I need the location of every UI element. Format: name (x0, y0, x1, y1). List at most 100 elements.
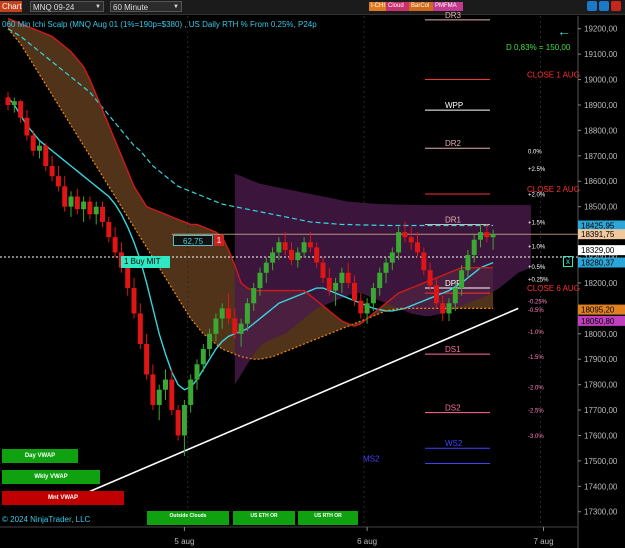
percent-level-label: -2.5% (528, 409, 544, 415)
price-tick-label: 19000,00 (584, 76, 618, 85)
candle-body (415, 242, 420, 253)
candle-body (68, 196, 74, 207)
copyright-text: © 2024 NinjaTrader, LLC (2, 515, 91, 524)
time-tick-label: 6 aug (357, 537, 377, 546)
pivot-label: DPP (445, 279, 461, 288)
outside-clouds-button[interactable]: Outside Clouds (147, 511, 229, 525)
candle-body (446, 303, 452, 314)
candle-body (87, 201, 93, 215)
pivot-label: DR1 (445, 215, 462, 224)
candle-body (49, 165, 55, 177)
price-tag-label: 18095,20 (581, 306, 615, 315)
candle-body (440, 303, 446, 314)
candle-body (74, 196, 80, 210)
mnt-vwap-button[interactable]: Mnt VWAP (2, 491, 124, 505)
candle-body (125, 267, 131, 289)
us-rth-or-button[interactable]: US RTH OR (298, 511, 358, 525)
price-tag-label: 18050,80 (581, 317, 615, 326)
percent-level-label: +1.5% (528, 220, 546, 226)
candle-body (452, 288, 458, 304)
price-tick-label: 17900,00 (584, 355, 618, 364)
price-tick-label: 18600,00 (584, 177, 618, 186)
time-axis: 5 aug 6 aug 7 aug (0, 526, 578, 546)
candle-body (383, 262, 389, 273)
candle-body (5, 97, 11, 105)
candle-body (490, 234, 496, 238)
candle-body (175, 410, 181, 436)
candle-body (181, 404, 187, 436)
pivot-label: CLOSE 1 AUG (527, 71, 580, 80)
candle-body (408, 237, 414, 243)
wkly-vwap-button[interactable]: Wkly VWAP (2, 470, 100, 484)
percent-level-label: +0.25% (528, 278, 549, 284)
candle-body (270, 252, 276, 263)
candle-body (55, 176, 61, 187)
candle-body (226, 308, 231, 319)
candle-body (478, 232, 483, 240)
candle-body (24, 117, 30, 136)
pivot-label: DS1 (445, 345, 461, 354)
candle-body (37, 145, 42, 151)
percent-level-label: +2.0% (528, 193, 546, 199)
cancel-order-button[interactable]: x (563, 256, 573, 267)
candle-body (333, 282, 339, 291)
candle-body (289, 249, 294, 261)
pivot-label: DS2 (445, 404, 461, 413)
us-eth-or-button[interactable]: US ETH OR (233, 511, 295, 525)
pivot-label: WS2 (445, 439, 463, 448)
day-vwap-button[interactable]: Day VWAP (2, 449, 78, 463)
price-tick-label: 17300,00 (584, 508, 618, 517)
candle-body (112, 237, 118, 253)
price-tick-label: 17800,00 (584, 381, 618, 390)
price-tick-label: 17600,00 (584, 431, 618, 440)
candle-body (156, 389, 162, 405)
candle-body (421, 252, 427, 271)
candle-body (276, 242, 282, 253)
candle-body (144, 343, 150, 375)
percent-level-label: -1.0% (528, 330, 544, 336)
price-tag-label: 18391,75 (581, 230, 615, 239)
candle-body (364, 303, 370, 314)
candle-body (200, 349, 206, 365)
candle-body (194, 364, 200, 380)
price-tag-label: 18425,95 (581, 221, 615, 230)
time-tick-label: 5 aug (174, 537, 194, 546)
price-tick-label: 19100,00 (584, 50, 618, 59)
pivot-label: WPP (445, 101, 463, 110)
candle-body (465, 254, 471, 271)
pivot-label: MS2 (363, 454, 380, 463)
candle-body (100, 206, 105, 222)
price-axis: 19200,00 19100,00 19000,00 18900,00 18800,00… (577, 16, 625, 548)
price-chart[interactable]: DR3CLOSE 1 AUGWPPDR2CLOSE 2 AUGDR1DPPCLO… (0, 0, 625, 548)
candle-body (471, 239, 477, 255)
price-tick-label: 17400,00 (584, 482, 618, 491)
candle-body (137, 313, 143, 344)
candle-body (131, 288, 137, 314)
percent-level-label: +0.5% (528, 265, 546, 271)
percent-level-label: -2.0% (528, 386, 544, 392)
candle-body (326, 277, 332, 291)
percent-level-label: -0.5% (528, 308, 544, 314)
candle-body (238, 323, 244, 334)
price-tick-label: 18900,00 (584, 101, 618, 110)
candle-body (213, 318, 219, 334)
price-tick-label: 19200,00 (584, 25, 618, 34)
candle-body (396, 232, 402, 253)
candle-body (377, 272, 383, 289)
candle-body (43, 145, 49, 166)
candle-body (18, 101, 24, 118)
candle-body (106, 221, 112, 238)
price-tick-label: 18200,00 (584, 279, 618, 288)
price-tick-label: 18500,00 (584, 203, 618, 212)
order-quantity[interactable]: 1 (214, 235, 224, 246)
candle-body (314, 247, 320, 263)
percent-level-label: 0.0% (528, 149, 542, 155)
candle-body (207, 333, 213, 350)
buy-mit-order-label[interactable]: 1 Buy MIT (121, 256, 170, 268)
back-arrow-icon[interactable]: ← (557, 23, 571, 39)
candle-body (188, 379, 194, 405)
percent-level-label: -1.5% (528, 355, 544, 361)
candle-body (427, 270, 433, 286)
candle-body (307, 242, 313, 248)
candle-body (219, 308, 225, 319)
